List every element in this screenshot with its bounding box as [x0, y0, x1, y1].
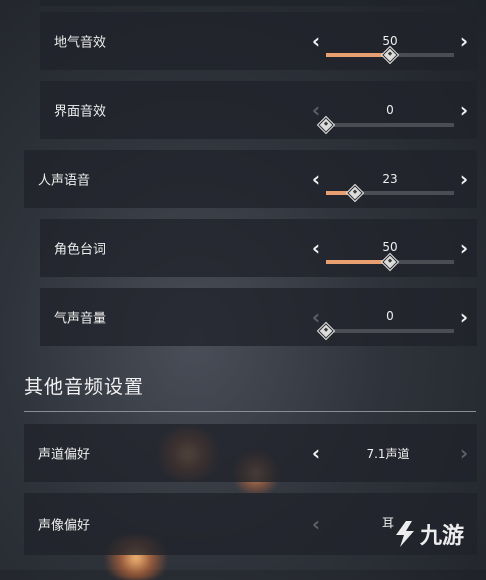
- option-value: 7.1声道: [366, 447, 410, 461]
- slider-track[interactable]: [326, 185, 454, 201]
- section-title-other-audio: 其他音频设置: [24, 376, 145, 398]
- option-label: 声道偏好: [38, 447, 91, 463]
- decrease-arrow-icon[interactable]: ‹: [308, 238, 324, 258]
- slider-thumb[interactable]: [347, 185, 364, 201]
- section-divider: [24, 411, 476, 412]
- decrease-arrow-icon[interactable]: ‹: [308, 307, 324, 327]
- increase-arrow-icon[interactable]: ›: [456, 100, 472, 120]
- increase-arrow-icon[interactable]: ›: [456, 307, 472, 327]
- slider-label: 人声语音: [38, 173, 91, 189]
- row-top-edge: [40, 0, 477, 6]
- increase-arrow-icon[interactable]: ›: [456, 169, 472, 189]
- slider-row-voice: 人声语音 ‹ 23 ›: [24, 150, 477, 208]
- slider-row-ambient: 地气音效 ‹ 50 ›: [40, 12, 477, 70]
- increase-arrow-icon[interactable]: ›: [456, 31, 472, 51]
- slider-row-ui: 界面音效 ‹ 0 ›: [40, 81, 477, 139]
- option-row-channel: 声道偏好 ‹ 7.1声道 ›: [24, 424, 477, 482]
- slider-thumb[interactable]: [382, 47, 398, 63]
- slider-value: 23: [382, 172, 398, 186]
- slider-value: 0: [386, 309, 394, 323]
- option-label: 声像偏好: [38, 518, 91, 534]
- slider-track[interactable]: [318, 117, 454, 133]
- slider-label: 角色台词: [54, 242, 107, 258]
- slider-label: 地气音效: [54, 35, 107, 51]
- slider-value: 50: [382, 240, 398, 254]
- decrease-arrow-icon[interactable]: ‹: [308, 100, 324, 120]
- slider-label: 界面音效: [54, 104, 107, 120]
- decrease-arrow-icon[interactable]: ‹: [308, 169, 324, 189]
- previous-option-arrow-icon[interactable]: ‹: [308, 514, 324, 534]
- slider-fill: [326, 260, 390, 264]
- slider-track[interactable]: [318, 323, 454, 339]
- slider-fill: [326, 53, 390, 57]
- slider-row-breath: 气声音量 ‹ 0 ›: [40, 288, 477, 346]
- watermark-logo: 九游: [392, 518, 464, 550]
- slider-value: 0: [386, 103, 394, 117]
- slider-row-dialogue: 角色台词 ‹ 50 ›: [40, 219, 477, 277]
- watermark-9-icon: [396, 521, 414, 547]
- slider-track[interactable]: [326, 254, 454, 270]
- slider-thumb[interactable]: [382, 254, 398, 270]
- next-option-arrow-icon[interactable]: ›: [456, 443, 472, 463]
- previous-option-arrow-icon[interactable]: ‹: [308, 443, 324, 463]
- slider-value: 50: [382, 34, 398, 48]
- slider-track[interactable]: [326, 47, 454, 63]
- decrease-arrow-icon[interactable]: ‹: [308, 31, 324, 51]
- slider-label: 气声音量: [54, 311, 107, 327]
- increase-arrow-icon[interactable]: ›: [456, 238, 472, 258]
- watermark-text: 九游: [420, 524, 465, 549]
